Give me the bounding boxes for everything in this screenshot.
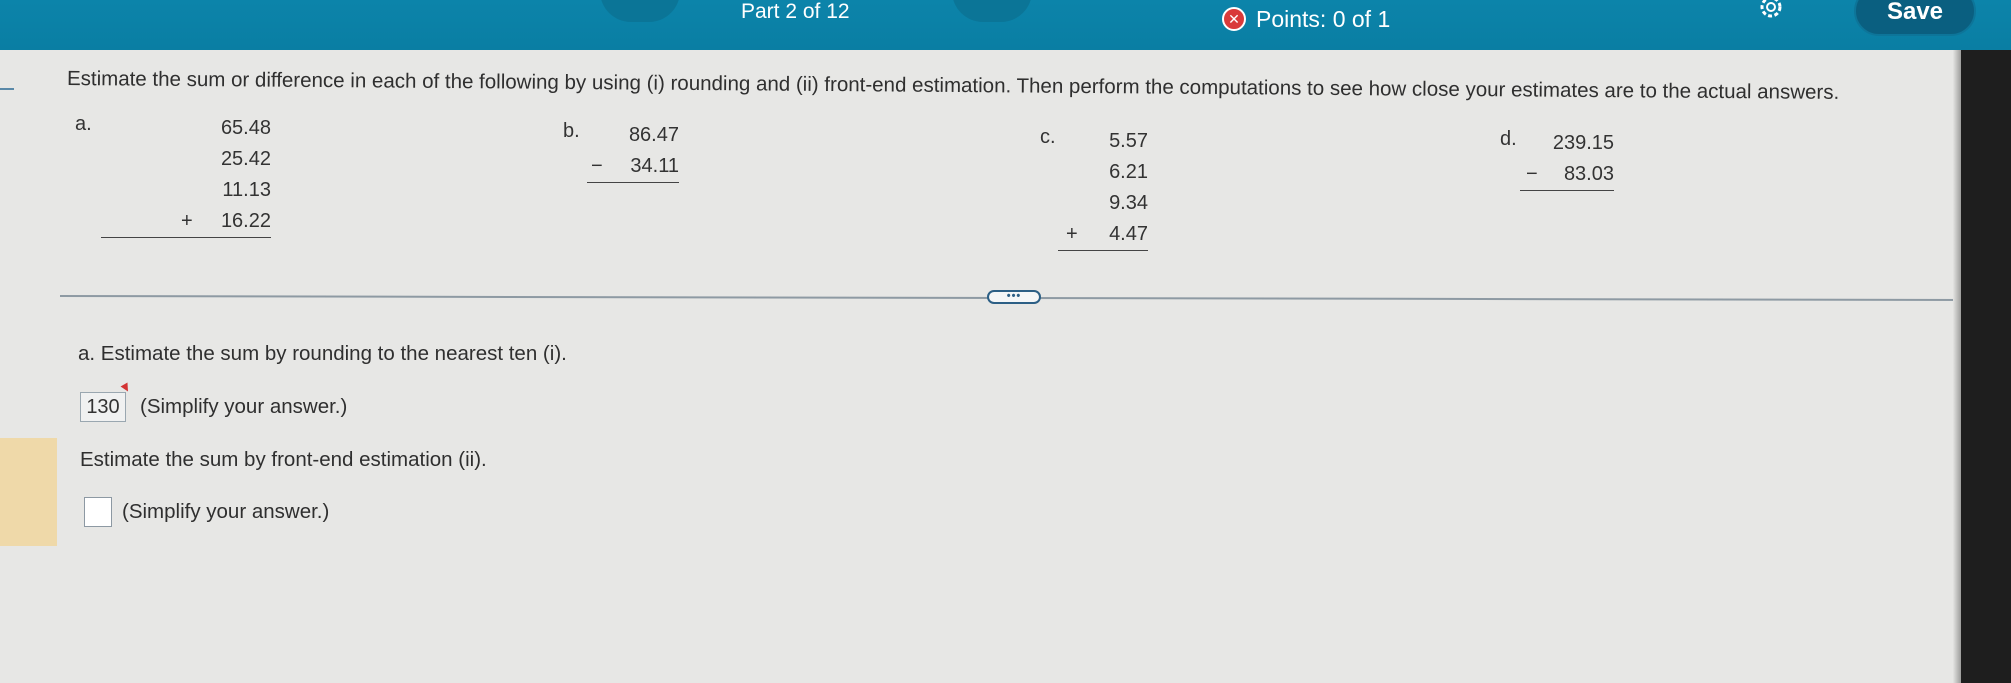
problem-number: 6.21 [1109, 161, 1148, 183]
problem-last-row: +16.22 [101, 206, 271, 238]
operator: − [1526, 163, 1538, 185]
page-edge-shadow [1953, 50, 1961, 683]
problem-number: 16.22 [220, 210, 271, 232]
answer-input-rounding[interactable]: 130 [80, 392, 126, 422]
operator: + [181, 210, 193, 232]
previous-part-button[interactable] [600, 0, 680, 22]
problem-numbers: 65.48 25.42 11.13 +16.22 [101, 113, 271, 238]
problem-numbers: 5.57 6.21 9.34 +4.47 [1058, 126, 1148, 251]
screen: Part 2 of 12 ✕ Points: 0 of 1 Save Estim… [0, 0, 2011, 683]
points-display: ✕ Points: 0 of 1 [1222, 4, 1390, 34]
operator: − [591, 155, 603, 177]
points-label: Points: 0 of 1 [1256, 5, 1391, 32]
problem-last-row: − 34.11 [587, 151, 679, 183]
operator: + [1066, 223, 1078, 245]
problem-last-row: − 83.03 [1520, 159, 1614, 191]
problem-number: 239.15 [1552, 132, 1614, 154]
problem-number: 25.42 [220, 148, 271, 170]
problem-numbers: 239.15 − 83.03 [1520, 128, 1614, 191]
x-circle-icon: ✕ [1222, 7, 1246, 31]
problem-number: 86.47 [628, 124, 679, 146]
collapse-icon[interactable] [0, 88, 14, 90]
problem-number: 34.11 [630, 155, 679, 177]
part-a-prompt: a. Estimate the sum by rounding to the n… [78, 342, 567, 365]
problem-last-row: +4.47 [1058, 219, 1148, 251]
question-instructions: Estimate the sum or difference in each o… [66, 67, 1840, 104]
next-part-button[interactable] [952, 0, 1032, 22]
answer-input-front-end[interactable] [84, 497, 112, 527]
save-button[interactable]: Save [1854, 0, 1976, 36]
problem-number: 5.57 [1109, 130, 1148, 152]
simplify-note: (Simplify your answer.) [140, 395, 348, 418]
screen-bezel [1961, 50, 2011, 683]
problem-number: 4.47 [1109, 223, 1148, 245]
problem-number: 65.48 [220, 117, 271, 139]
problem-letter: d. [1500, 128, 1517, 150]
problem-number: 11.13 [222, 179, 271, 201]
problem-letter: c. [1040, 126, 1056, 148]
left-highlight-strip [0, 438, 57, 546]
problem-number: 83.03 [1563, 163, 1614, 185]
part-a-prompt-2: Estimate the sum by front-end estimation… [80, 448, 487, 471]
part-label: Part 2 of 12 [741, 0, 850, 23]
problem-number: 9.34 [1109, 192, 1148, 214]
problem-numbers: 86.47 − 34.11 [587, 120, 679, 183]
problem-letter: a. [75, 113, 92, 135]
problem-letter: b. [563, 120, 580, 142]
simplify-note: (Simplify your answer.) [122, 500, 330, 523]
gear-icon[interactable] [1756, 0, 1786, 22]
top-bar: Part 2 of 12 ✕ Points: 0 of 1 Save [0, 0, 2011, 50]
more-options-button[interactable]: ••• [987, 290, 1041, 304]
